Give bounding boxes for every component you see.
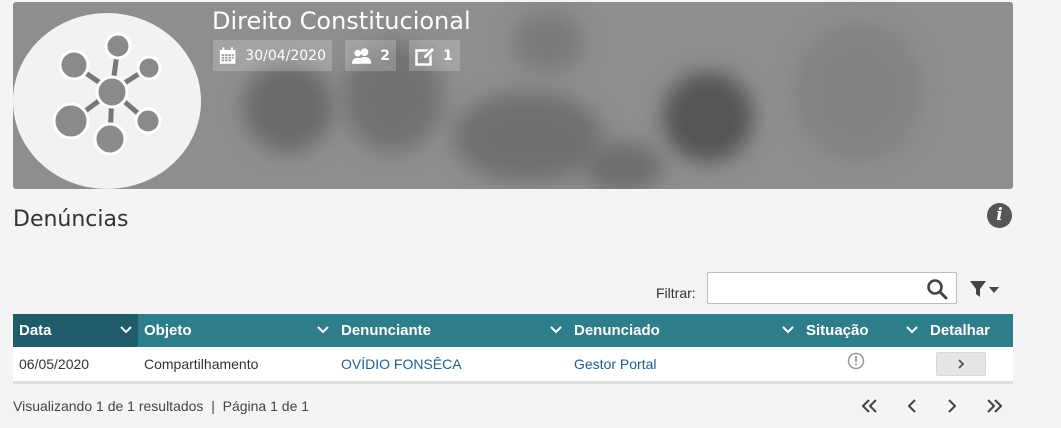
column-header-denunciado[interactable]: Denunciado xyxy=(568,314,800,347)
first-page-icon xyxy=(861,399,877,413)
posts-chip: 1 xyxy=(409,40,460,71)
participants-chip: 2 xyxy=(345,40,396,71)
course-avatar xyxy=(13,13,201,189)
posts-count: 1 xyxy=(443,47,453,64)
cell-data: 06/05/2020 xyxy=(19,356,90,372)
prev-page-icon xyxy=(907,399,916,413)
cell-denunciante-link[interactable]: OVÍDIO FONSÊCA xyxy=(335,347,568,381)
banner-bg-blob xyxy=(243,62,333,152)
banner-bg-blob xyxy=(513,12,583,72)
calendar-icon xyxy=(219,46,236,64)
status-icon xyxy=(847,352,865,369)
date-chip: 30/04/2020 xyxy=(213,40,332,71)
column-header-detalhar: Detalhar xyxy=(930,322,991,339)
first-page-button[interactable] xyxy=(858,396,882,416)
page-title: Denúncias xyxy=(13,207,129,232)
detail-button[interactable] xyxy=(936,352,986,376)
chevron-down-icon xyxy=(317,326,329,334)
next-page-icon xyxy=(948,399,957,413)
course-title: Direito Constitucional xyxy=(212,7,471,35)
chevron-down-icon xyxy=(550,326,562,334)
search-icon[interactable] xyxy=(926,278,948,300)
banner-bg-blob xyxy=(793,22,923,162)
chevron-down-icon xyxy=(782,326,794,334)
filter-label: Filtrar: xyxy=(656,285,696,301)
filter-input[interactable] xyxy=(707,272,957,304)
network-icon xyxy=(52,32,162,156)
last-page-icon xyxy=(987,399,1003,413)
chevron-right-icon xyxy=(958,359,965,369)
edit-icon xyxy=(415,45,435,66)
cell-detalhar xyxy=(924,347,1013,381)
column-header-situacao[interactable]: Situação xyxy=(800,314,924,347)
table-header: Data Objeto Denunciante Denunciado Situa… xyxy=(13,314,1013,347)
column-header-data[interactable]: Data xyxy=(13,314,138,347)
column-header-objeto[interactable]: Objeto xyxy=(138,314,335,347)
banner-bg-blob xyxy=(583,142,663,189)
chevron-down-icon xyxy=(120,326,132,334)
column-header-denunciante[interactable]: Denunciante xyxy=(335,314,568,347)
filter-icon[interactable] xyxy=(968,278,1002,300)
last-page-button[interactable] xyxy=(982,396,1006,416)
banner-bg-blob xyxy=(663,72,753,162)
denuncias-table: Data Objeto Denunciante Denunciado Situa… xyxy=(13,314,1013,384)
prev-page-button[interactable] xyxy=(900,396,924,416)
pagination-info: Visualizando 1 de 1 resultados | Página … xyxy=(13,398,310,414)
participants-count: 2 xyxy=(380,47,390,64)
info-icon[interactable]: i xyxy=(987,203,1012,228)
course-date: 30/04/2020 xyxy=(245,47,326,64)
banner-bg-blob xyxy=(453,92,603,182)
cell-objeto: Compartilhamento xyxy=(144,356,259,372)
chevron-down-icon xyxy=(906,326,918,334)
users-icon xyxy=(351,47,372,64)
cell-denunciado-link[interactable]: Gestor Portal xyxy=(568,347,800,381)
next-page-button[interactable] xyxy=(940,396,964,416)
cell-situacao xyxy=(800,347,924,381)
table-row: 06/05/2020 Compartilhamento OVÍDIO FONSÊ… xyxy=(13,347,1013,384)
